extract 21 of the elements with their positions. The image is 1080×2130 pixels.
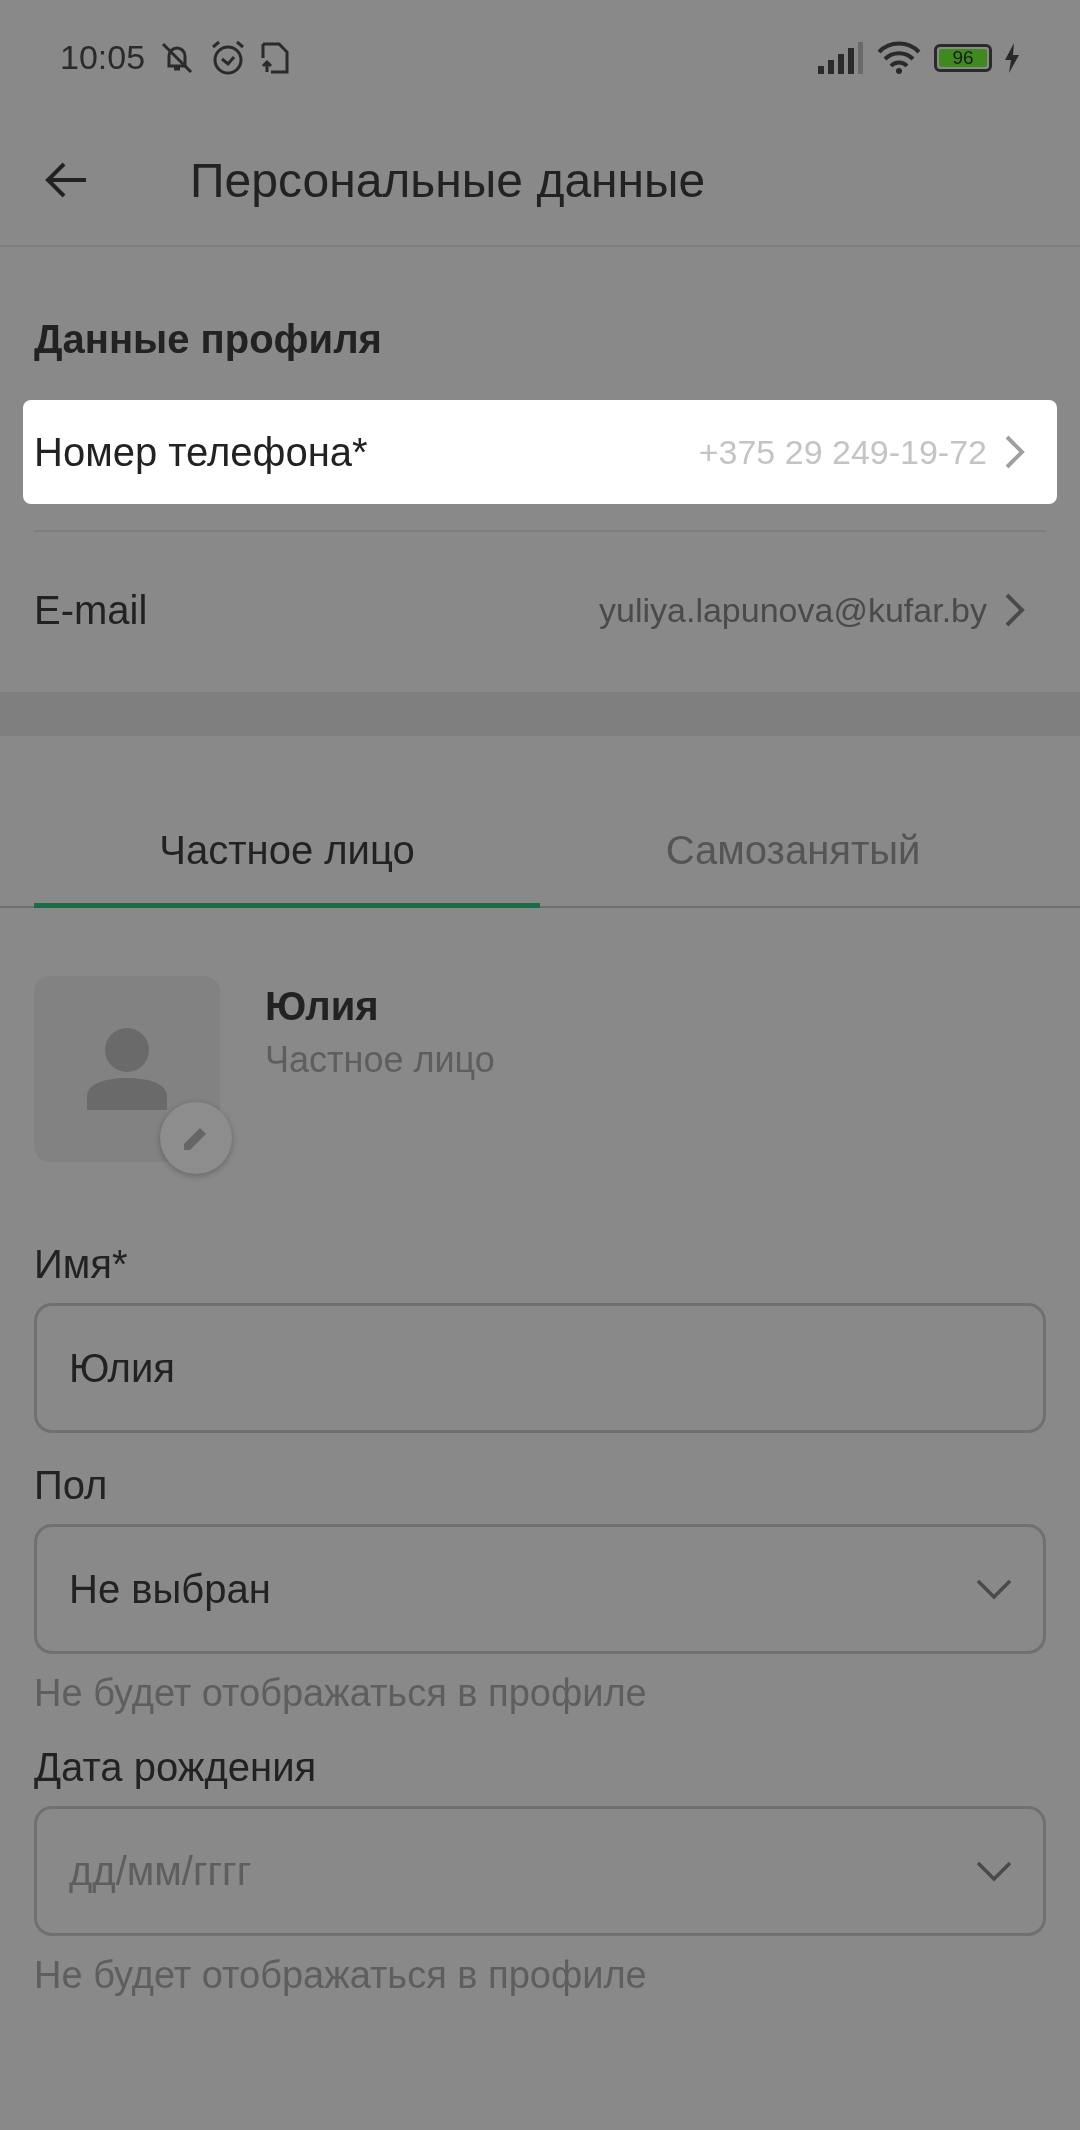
field-label: Дата рождения	[34, 1745, 318, 1790]
dropdown-field[interactable]: Не выбран	[34, 1524, 1046, 1654]
field-label: Имя*	[34, 1242, 129, 1287]
battery-level: 96	[939, 48, 987, 67]
chevron-right-icon	[1003, 433, 1027, 471]
profile-name: Юлия	[265, 984, 380, 1029]
chevron-down-icon	[975, 1578, 1013, 1600]
tab[interactable]: Частное лицо	[34, 808, 540, 908]
person-icon	[87, 1028, 167, 1110]
charging-icon	[1004, 42, 1020, 73]
wifi-icon	[876, 40, 922, 75]
section-title: Данные профиля	[34, 317, 383, 362]
chevron-down-icon	[975, 1860, 1013, 1882]
chevron-right-icon	[1003, 591, 1027, 629]
settings-row[interactable]: E-mail yuliya.lapunova@kufar.by	[23, 558, 1057, 662]
status-time: 10:05	[60, 38, 146, 77]
screen-title: Персональные данные	[190, 152, 706, 208]
signal-icon	[816, 41, 864, 74]
input-field[interactable]: Юлия	[34, 1303, 1046, 1433]
settings-row[interactable]: Номер телефона* +375 29 249-19-72	[23, 400, 1057, 504]
field-label: Пол	[34, 1463, 109, 1508]
